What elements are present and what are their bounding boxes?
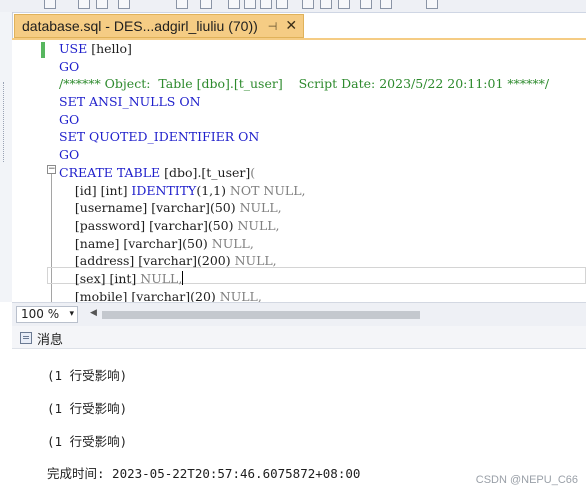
toolbar-button-icon[interactable]	[118, 0, 130, 9]
document-tab-title: database.sql - DES...adgirl_liuliu (70))	[22, 18, 258, 34]
code-token: NULL,	[219, 288, 262, 302]
code-token: [dbo].[t_user]	[164, 164, 251, 180]
code-line[interactable]: [username] [varchar](50) NULL,	[59, 199, 549, 217]
completion-time: 完成时间: 2023-05-22T20:57:46.6075872+08:00	[47, 466, 361, 481]
watermark: CSDN @NEPU_C66	[475, 474, 578, 486]
code-token: NULL,	[237, 217, 280, 233]
editor-gutter	[12, 40, 46, 302]
text-caret	[182, 270, 184, 285]
code-token: [username] [varchar]	[59, 200, 210, 216]
toolbar-button-icon[interactable]	[380, 0, 392, 9]
code-token: NULL,	[211, 235, 254, 251]
code-token: CREATE TABLE	[59, 164, 165, 180]
code-token: NULL,	[239, 200, 282, 216]
message-line: (1 行受影响)	[47, 368, 128, 383]
code-token: GO	[59, 111, 80, 127]
code-line[interactable]: GO	[59, 58, 549, 76]
pin-icon[interactable]: ⊣	[268, 20, 278, 33]
code-line[interactable]: GO	[59, 111, 549, 129]
code-line[interactable]: USE [hello]	[59, 40, 549, 58]
code-token: [mobile] [varchar]	[59, 288, 191, 302]
toolbar-button-icon[interactable]	[44, 0, 56, 9]
code-token: GO	[59, 147, 80, 163]
code-line[interactable]: [id] [int] IDENTITY(1,1) NOT NULL,	[59, 182, 549, 200]
message-line: (1 行受影响)	[47, 434, 128, 449]
code-line[interactable]: [address] [varchar](200) NULL,	[59, 252, 549, 270]
code-token: NULL,	[140, 270, 183, 286]
sql-editor[interactable]: − USE [hello] GO/****** Object: Table [db…	[12, 40, 586, 302]
toolbar-button-icon[interactable]	[302, 0, 314, 9]
code-token: (200)	[197, 253, 235, 269]
toolbar-button-icon[interactable]	[96, 0, 108, 9]
scroll-left-icon[interactable]: ◀	[90, 308, 97, 318]
results-tabs: 消息	[12, 326, 586, 349]
code-line[interactable]: [mobile] [varchar](20) NULL,	[59, 288, 549, 302]
code-line[interactable]: [name] [varchar](50) NULL,	[59, 235, 549, 253]
toolbar-button-icon[interactable]	[426, 0, 438, 9]
code-token: [id] [int]	[59, 182, 132, 198]
code-token: (50)	[182, 235, 212, 251]
code-token: SET QUOTED_IDENTIFIER ON	[59, 129, 260, 145]
code-line[interactable]: SET QUOTED_IDENTIFIER ON	[59, 128, 549, 146]
code-token: (20)	[190, 288, 220, 302]
code-lines[interactable]: USE [hello] GO/****** Object: Table [dbo]…	[59, 40, 549, 302]
editor-status-bar: 100 % ▾ ◀	[12, 302, 586, 327]
code-token: SET ANSI_NULLS ON	[59, 94, 201, 110]
code-line[interactable]: CREATE TABLE [dbo].[t_user](	[59, 164, 549, 182]
toolbar-button-icon[interactable]	[320, 0, 332, 9]
zoom-dropdown[interactable]: 100 % ▾	[16, 306, 78, 323]
code-token: [address] [varchar]	[59, 253, 198, 269]
toolbar-button-icon[interactable]	[200, 0, 212, 9]
toolbar-button-icon[interactable]	[228, 0, 240, 9]
toolbar-button-icon[interactable]	[260, 0, 272, 9]
close-icon[interactable]: ✕	[285, 18, 297, 34]
code-token: [name] [varchar]	[59, 235, 183, 251]
toolbar-button-icon[interactable]	[176, 0, 188, 9]
toolbar-button-icon[interactable]	[78, 0, 90, 9]
messages-pane[interactable]: (1 行受影响) (1 行受影响) (1 行受影响) 完成时间: 2023-05…	[0, 349, 586, 490]
message-line: (1 行受影响)	[47, 401, 128, 416]
panel-grip[interactable]	[3, 82, 8, 162]
code-token: (50)	[207, 217, 238, 233]
toolbar-button-icon[interactable]	[360, 0, 372, 9]
toolbar-button-icon[interactable]	[338, 0, 350, 9]
toolbar-button-icon[interactable]	[276, 0, 288, 9]
code-line[interactable]: [password] [varchar](50) NULL,	[59, 217, 549, 235]
document-tab[interactable]: database.sql - DES...adgirl_liuliu (70))…	[14, 14, 304, 38]
toolbar-button-icon[interactable]	[244, 0, 256, 9]
tab-messages-label: 消息	[37, 331, 64, 347]
chevron-down-icon: ▾	[69, 309, 74, 319]
code-token: [password] [varchar]	[59, 217, 208, 233]
change-tracking-bar	[41, 42, 45, 58]
code-token: NULL,	[234, 253, 277, 269]
collapse-icon[interactable]: −	[47, 165, 56, 174]
messages-icon	[20, 332, 32, 344]
code-token: GO	[59, 58, 80, 74]
code-line[interactable]: SET ANSI_NULLS ON	[59, 93, 549, 111]
code-token: (	[250, 164, 256, 180]
code-line[interactable]: GO	[59, 146, 549, 164]
toolbar	[0, 0, 586, 13]
code-token: (50)	[209, 200, 240, 216]
code-token: (1,1)	[196, 182, 230, 198]
tab-messages[interactable]: 消息	[20, 328, 63, 348]
code-token: /****** Object: Table [dbo].[t_user] Scr…	[59, 76, 550, 92]
code-token: NOT NULL,	[229, 182, 306, 198]
horizontal-scrollbar-thumb[interactable]	[102, 311, 420, 319]
code-token: [hello]	[91, 41, 132, 56]
zoom-value: 100 %	[21, 307, 60, 321]
code-token: IDENTITY	[131, 182, 197, 198]
code-line[interactable]: /****** Object: Table [dbo].[t_user] Scr…	[59, 75, 549, 93]
code-line[interactable]: [sex] [int] NULL,	[59, 270, 549, 288]
code-token: USE	[59, 41, 92, 56]
code-token: [sex] [int]	[59, 270, 141, 286]
